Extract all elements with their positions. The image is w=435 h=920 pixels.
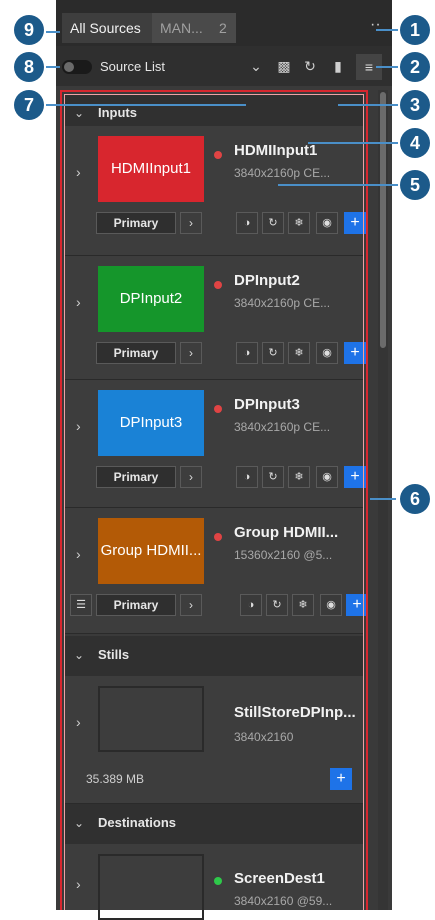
- tab-all-sources[interactable]: All Sources: [62, 13, 152, 43]
- toggle-knob: [64, 62, 74, 72]
- callout-8: 8: [14, 52, 44, 82]
- callout-line: [338, 104, 398, 106]
- collapse-icon[interactable]: ⌄: [246, 56, 266, 76]
- callout-5: 5: [400, 170, 430, 200]
- callout-line: [46, 104, 246, 106]
- callout-line: [376, 29, 398, 31]
- tab-bar: All Sources MAN... 2 ··: [56, 0, 392, 46]
- callout-line: [308, 142, 398, 144]
- callout-line: [370, 498, 396, 500]
- source-list-label: Source List: [100, 59, 166, 74]
- toolbar: Source List ⌄ ▩ ↻ ▮ ≡: [56, 46, 392, 86]
- callout-3: 3: [400, 90, 430, 120]
- callout-7: 7: [14, 90, 44, 120]
- trash-icon[interactable]: ▩: [274, 56, 294, 76]
- callout-line: [278, 184, 398, 186]
- folder-icon[interactable]: ▮: [328, 56, 348, 76]
- callout-2: 2: [400, 52, 430, 82]
- callout-9: 9: [14, 15, 44, 45]
- callout-1: 1: [400, 15, 430, 45]
- callout-4: 4: [400, 128, 430, 158]
- refresh-icon[interactable]: ↻: [300, 56, 320, 76]
- callout-line: [46, 31, 60, 33]
- scrollbar-thumb[interactable]: [380, 92, 386, 348]
- highlight-frame-inner: [64, 94, 364, 910]
- callout-6: 6: [400, 484, 430, 514]
- callout-line: [46, 66, 60, 68]
- tab-count[interactable]: 2: [214, 13, 236, 43]
- callout-line: [376, 66, 398, 68]
- source-list-toggle[interactable]: [62, 60, 92, 74]
- more-menu-icon[interactable]: ··: [370, 16, 381, 34]
- tab-man[interactable]: MAN...: [152, 13, 214, 43]
